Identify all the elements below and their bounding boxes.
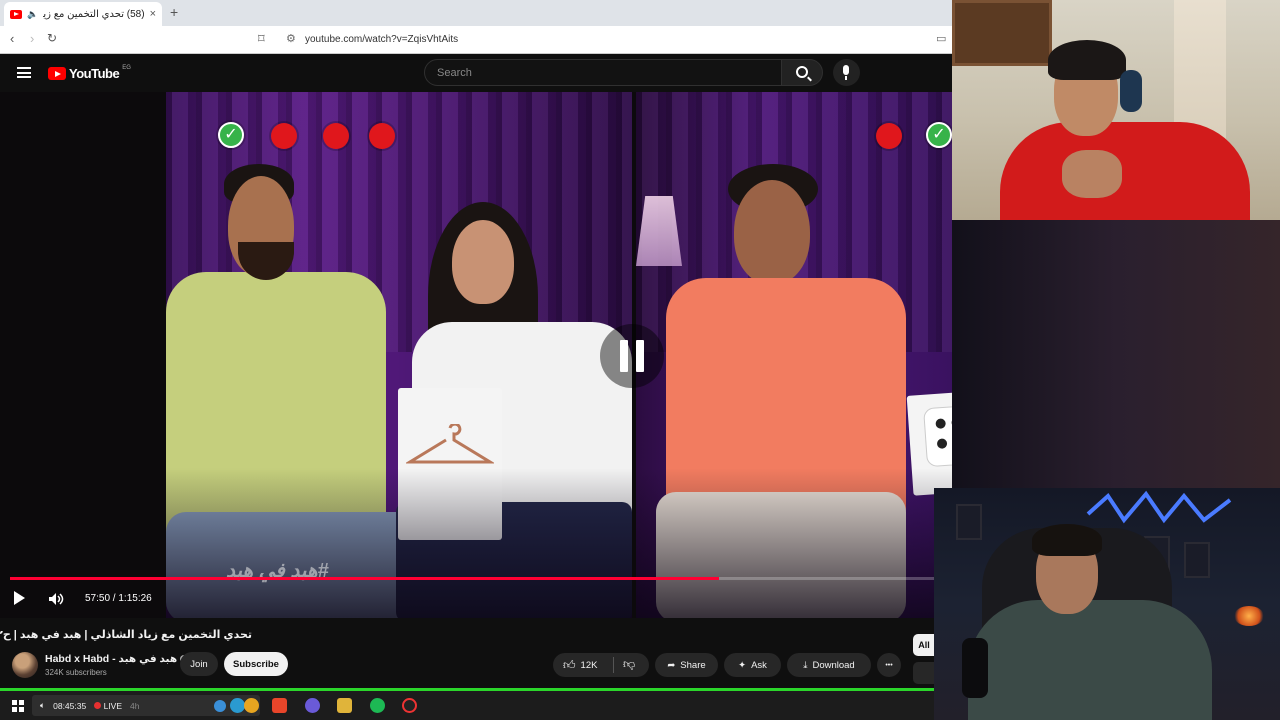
mark-right-2: ✓ xyxy=(926,122,952,148)
ask-button[interactable]: ✦ Ask xyxy=(724,653,781,677)
speaker-icon: 🔈︎ xyxy=(40,700,46,710)
channel-name[interactable]: Habd x Habd - هبد في هبد xyxy=(45,653,189,665)
clock-text: 08:45:35 xyxy=(53,700,87,711)
app-icon-3[interactable] xyxy=(305,698,320,713)
start-icon[interactable] xyxy=(12,700,24,712)
video-left-scene: ✓ xyxy=(166,92,632,618)
microphone xyxy=(962,638,988,698)
youtube-play-icon xyxy=(48,67,66,80)
speaker-icon[interactable]: 🔈 xyxy=(27,9,38,20)
ask-label: Ask xyxy=(751,659,767,671)
youtube-favicon-icon xyxy=(10,9,22,19)
window-frame xyxy=(952,0,1052,66)
channel-name-text: Habd x Habd - هبد في هبد xyxy=(45,653,178,665)
spotify-icon[interactable] xyxy=(370,698,385,713)
download-label: Download xyxy=(812,659,855,671)
video-right-scene: ✓ xyxy=(636,92,952,618)
red-jersey xyxy=(1000,122,1250,220)
like-count: 12K xyxy=(580,659,598,671)
app-icon-1[interactable] xyxy=(214,700,226,712)
webcam-top xyxy=(952,0,1280,220)
video-player[interactable]: ✓ ✓ #هبد في هبد xyxy=(0,92,952,618)
folder-icon[interactable] xyxy=(337,698,352,713)
live-indicator: LIVE xyxy=(94,701,122,711)
join-button[interactable]: Join xyxy=(180,652,218,676)
neon-light xyxy=(1086,490,1232,524)
channel-avatar[interactable] xyxy=(12,652,38,678)
browser-tab-bar: 🔈 (58) تحدي التخمين مع زياد الشا... × + xyxy=(0,0,952,26)
progress-fill xyxy=(10,577,719,580)
volume-icon[interactable] xyxy=(48,592,64,606)
tab-title: (58) تحدي التخمين مع زياد الشا... xyxy=(43,8,145,20)
search-input[interactable]: Search xyxy=(424,59,782,86)
webcam-bottom xyxy=(934,488,1280,720)
youtube-header: YouTube EG Search xyxy=(0,54,952,92)
like-button[interactable]: 👍︎ 12K 👎︎ xyxy=(553,653,649,677)
tab-close-icon[interactable]: × xyxy=(150,8,156,20)
logo-text: YouTube xyxy=(69,66,120,81)
live-text: LIVE xyxy=(103,700,123,711)
progress-bar[interactable] xyxy=(10,577,934,580)
share-label: Share xyxy=(680,659,706,671)
reload-icon[interactable]: ↻ xyxy=(47,31,57,45)
video-info: تحدي التخمين مع زياد الشاذلي | هبد في هب… xyxy=(0,618,935,688)
menu-icon[interactable] xyxy=(17,67,31,78)
mark-left-4 xyxy=(369,123,395,149)
bookmark-icon[interactable]: ⌑ xyxy=(258,31,265,47)
mark-left-3 xyxy=(323,123,349,149)
share-button[interactable]: ➦ Share xyxy=(655,653,718,677)
play-icon[interactable] xyxy=(14,591,25,605)
streamer-body xyxy=(968,600,1212,720)
new-tab-icon[interactable]: + xyxy=(170,4,178,20)
mark-left-2 xyxy=(271,123,297,149)
brave-icon[interactable] xyxy=(272,698,287,713)
back-icon[interactable]: ‹ xyxy=(10,31,14,46)
browser-tab[interactable]: 🔈 (58) تحدي التخمين مع زياد الشا... × xyxy=(4,2,162,26)
voice-search-icon[interactable] xyxy=(833,59,860,86)
thumbs-up-icon: 👍︎ xyxy=(563,657,576,672)
logo-country: EG xyxy=(122,64,131,71)
live-dot-icon xyxy=(94,701,102,709)
subscriber-count: 324K subscribers xyxy=(45,668,107,677)
mark-right-1 xyxy=(876,123,902,149)
download-button[interactable]: ⤓ Download xyxy=(787,653,871,677)
headset-icon xyxy=(1120,70,1142,112)
time-display: 57:50 / 1:15:26 xyxy=(85,593,152,604)
obs-icon[interactable] xyxy=(402,698,417,713)
video-title: تحدي التخمين مع زياد الشاذلي | هبد في هب… xyxy=(0,629,252,641)
share-icon: ➦ xyxy=(667,659,676,671)
taskbar: 🔈︎ 08:45:35 LIVE 4h xyxy=(0,691,935,720)
edge-icon[interactable] xyxy=(230,698,245,713)
background-panel xyxy=(952,220,1280,488)
search-icon xyxy=(796,66,808,78)
cast-icon[interactable]: ▭ xyxy=(936,32,946,45)
address-bar: ‹ › ↻ ⌑ ⚙ youtube.com/watch?v=ZqisVhtAit… xyxy=(0,26,952,54)
youtube-logo[interactable]: YouTube EG xyxy=(48,64,131,81)
site-info-icon[interactable]: ⚙ xyxy=(286,32,296,45)
subscribe-button[interactable]: Subscribe xyxy=(224,652,288,676)
thumbs-down-icon[interactable]: 👎︎ xyxy=(623,657,635,672)
hanger-icon xyxy=(406,424,494,464)
sparkle-icon: ✦ xyxy=(738,659,747,671)
pause-overlay-icon[interactable] xyxy=(600,324,664,388)
more-actions-button[interactable]: ••• xyxy=(877,653,901,677)
url-text[interactable]: youtube.com/watch?v=ZqisVhtAits xyxy=(305,34,458,45)
app-icon-2[interactable] xyxy=(244,698,259,713)
mark-left-1: ✓ xyxy=(218,122,244,148)
forward-icon[interactable]: › xyxy=(30,31,34,46)
chip-all[interactable]: All xyxy=(913,634,935,656)
chip-next[interactable] xyxy=(913,662,935,684)
download-icon: ⤓ xyxy=(803,659,808,671)
screen: 🔈 (58) تحدي التخمين مع زياد الشا... × + … xyxy=(0,0,1280,720)
search-button[interactable] xyxy=(781,59,823,86)
duration-text: 4h xyxy=(130,700,140,711)
